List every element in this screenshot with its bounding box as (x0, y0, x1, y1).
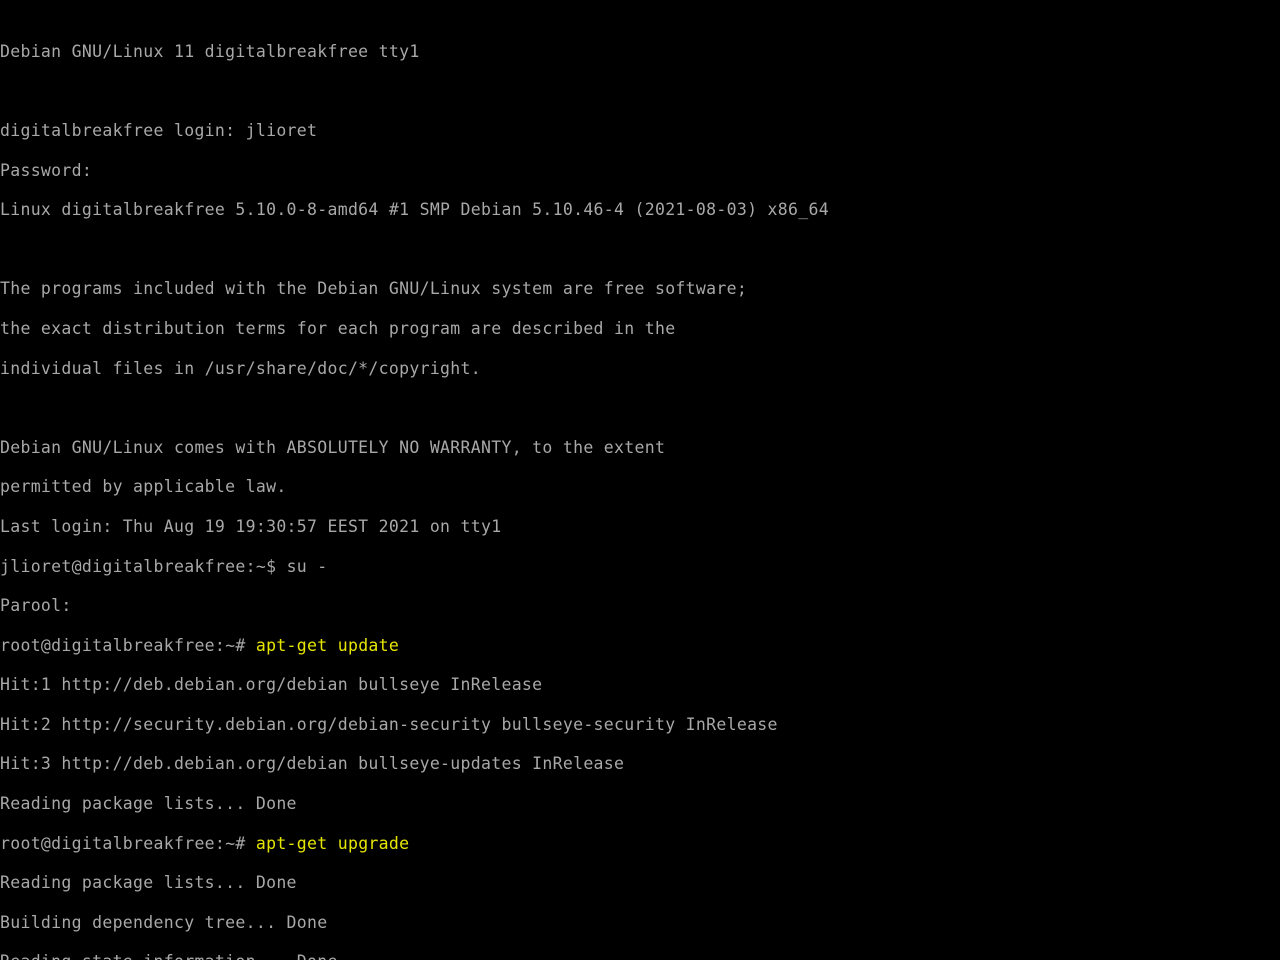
motd-line: individual files in /usr/share/doc/*/cop… (0, 359, 1280, 379)
user-prompt: jlioret@digitalbreakfree:~$ (0, 557, 287, 576)
blank-line (0, 81, 1280, 101)
tty-terminal[interactable]: Debian GNU/Linux 11 digitalbreakfree tty… (0, 0, 1280, 960)
login-username: jlioret (246, 121, 318, 140)
apt-output-line: Hit:2 http://security.debian.org/debian-… (0, 715, 1280, 735)
apt-output-line: Reading state information... Done (0, 952, 1280, 960)
apt-output-line: Building dependency tree... Done (0, 913, 1280, 933)
root-shell-line: root@digitalbreakfree:~# apt-get upgrade (0, 834, 1280, 854)
motd-line: the exact distribution terms for each pr… (0, 319, 1280, 339)
root-prompt: root@digitalbreakfree:~# (0, 636, 256, 655)
login-line: digitalbreakfree login: jlioret (0, 121, 1280, 141)
issue-line: Debian GNU/Linux 11 digitalbreakfree tty… (0, 42, 1280, 62)
apt-output-line: Hit:3 http://deb.debian.org/debian bulls… (0, 754, 1280, 774)
command-text: su - (287, 557, 328, 576)
blank-line (0, 240, 1280, 260)
root-prompt: root@digitalbreakfree:~# (0, 834, 256, 853)
root-shell-line: root@digitalbreakfree:~# apt-get update (0, 636, 1280, 656)
blank-line (0, 398, 1280, 418)
login-prompt: digitalbreakfree login: (0, 121, 246, 140)
apt-output-line: Reading package lists... Done (0, 794, 1280, 814)
lastlogin-line: Last login: Thu Aug 19 19:30:57 EEST 202… (0, 517, 1280, 537)
command-text: apt-get upgrade (256, 834, 410, 853)
motd-line: Debian GNU/Linux comes with ABSOLUTELY N… (0, 438, 1280, 458)
kernel-line: Linux digitalbreakfree 5.10.0-8-amd64 #1… (0, 200, 1280, 220)
apt-output-line: Hit:1 http://deb.debian.org/debian bulls… (0, 675, 1280, 695)
su-password-prompt: Parool: (0, 596, 1280, 616)
command-text: apt-get update (256, 636, 399, 655)
motd-line: permitted by applicable law. (0, 477, 1280, 497)
password-prompt-line: Password: (0, 161, 1280, 181)
apt-output-line: Reading package lists... Done (0, 873, 1280, 893)
motd-line: The programs included with the Debian GN… (0, 279, 1280, 299)
user-shell-line: jlioret@digitalbreakfree:~$ su - (0, 557, 1280, 577)
